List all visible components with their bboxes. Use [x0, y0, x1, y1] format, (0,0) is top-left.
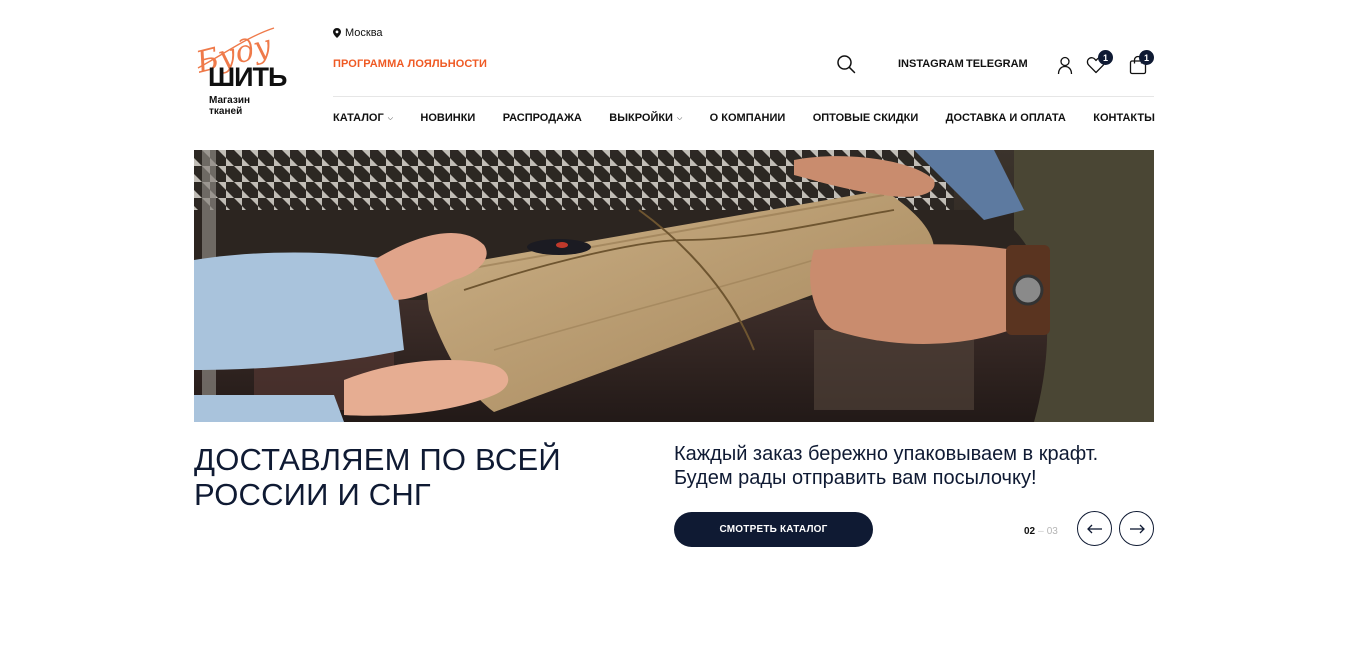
nav-item-label: КОНТАКТЫ: [1093, 112, 1155, 124]
logo-main-text: ШИТЬ: [208, 62, 287, 92]
slide-description-line1: Каждый заказ бережно упаковываем в крафт…: [674, 443, 1099, 465]
arrow-right-icon: [1129, 524, 1145, 533]
chevron-down-icon: ⌵: [387, 115, 394, 122]
nav-item-delivery[interactable]: ДОСТАВКА И ОПЛАТА: [946, 112, 1066, 124]
city-name: Москва: [345, 27, 383, 39]
nav-item-sale[interactable]: РАСПРОДАЖА: [503, 112, 582, 124]
favorites-count-badge: 1: [1098, 50, 1113, 65]
logo-subtitle-line2: тканей: [209, 106, 243, 117]
slide-counter: 02 – 03: [1024, 526, 1058, 537]
loyalty-program-link[interactable]: ПРОГРАММА ЛОЯЛЬНОСТИ: [333, 58, 487, 70]
account-button[interactable]: [1055, 55, 1077, 77]
main-navigation: КАТАЛОГ ⌵ НОВИНКИ РАСПРОДАЖА ВЫКРОЙКИ ⌵ О …: [333, 112, 1155, 124]
nav-item-new[interactable]: НОВИНКИ: [420, 112, 475, 124]
nav-item-label: О КОМПАНИИ: [709, 112, 786, 124]
prev-slide-button[interactable]: [1077, 511, 1112, 546]
slide-description-line2: Будем рады отправить вам посылочку!: [674, 467, 1037, 489]
header-divider: [333, 96, 1154, 97]
location-pin-icon: [333, 28, 341, 38]
nav-item-label: ВЫКРОЙКИ: [609, 112, 673, 124]
slide-description: Каждый заказ бережно упаковываем в крафт…: [674, 442, 1154, 490]
city-selector[interactable]: Москва: [333, 27, 383, 39]
user-icon: [1057, 56, 1073, 75]
slide-total: 03: [1046, 526, 1058, 537]
next-slide-button[interactable]: [1119, 511, 1154, 546]
logo-subtitle-line1: Магазин: [209, 95, 251, 106]
cart-count-badge: 1: [1139, 50, 1154, 65]
nav-item-label: КАТАЛОГ: [333, 112, 384, 124]
instagram-link[interactable]: INSTAGRAM: [898, 58, 964, 70]
nav-item-wholesale[interactable]: ОПТОВЫЕ СКИДКИ: [813, 112, 919, 124]
parcel-handover-illustration: [194, 150, 1154, 422]
nav-item-catalog[interactable]: КАТАЛОГ ⌵: [333, 112, 393, 124]
nav-item-label: ОПТОВЫЕ СКИДКИ: [812, 112, 919, 124]
logo-subtitle: Магазин тканей: [209, 95, 250, 117]
nav-item-label: ДОСТАВКА И ОПЛАТА: [945, 112, 1066, 124]
search-icon: [837, 55, 856, 74]
arrow-left-icon: [1086, 524, 1102, 533]
slide-headline-line1: ДОСТАВЛЯЕМ ПО ВСЕЙ: [194, 442, 561, 477]
view-catalog-button[interactable]: СМОТРЕТЬ КАТАЛОГ: [674, 512, 873, 547]
slide-separator: –: [1038, 526, 1044, 537]
search-button[interactable]: [836, 54, 856, 74]
slide-current: 02: [1024, 526, 1036, 537]
slide-headline: ДОСТАВЛЯЕМ ПО ВСЕЙ РОССИИ И СНГ: [194, 442, 614, 512]
nav-item-label: НОВИНКИ: [420, 112, 476, 124]
nav-item-patterns[interactable]: ВЫКРОЙКИ ⌵: [609, 112, 682, 124]
slide-headline-line2: РОССИИ И СНГ: [194, 477, 431, 512]
nav-item-about[interactable]: О КОМПАНИИ: [710, 112, 786, 124]
telegram-link[interactable]: TELEGRAM: [966, 58, 1028, 70]
chevron-down-icon: ⌵: [676, 115, 683, 122]
nav-item-contacts[interactable]: КОНТАКТЫ: [1093, 112, 1155, 124]
hero-slide-image: [194, 150, 1154, 422]
nav-item-label: РАСПРОДАЖА: [502, 112, 582, 124]
site-logo[interactable]: Буду ШИТЬ Магазин тканей: [194, 24, 287, 117]
